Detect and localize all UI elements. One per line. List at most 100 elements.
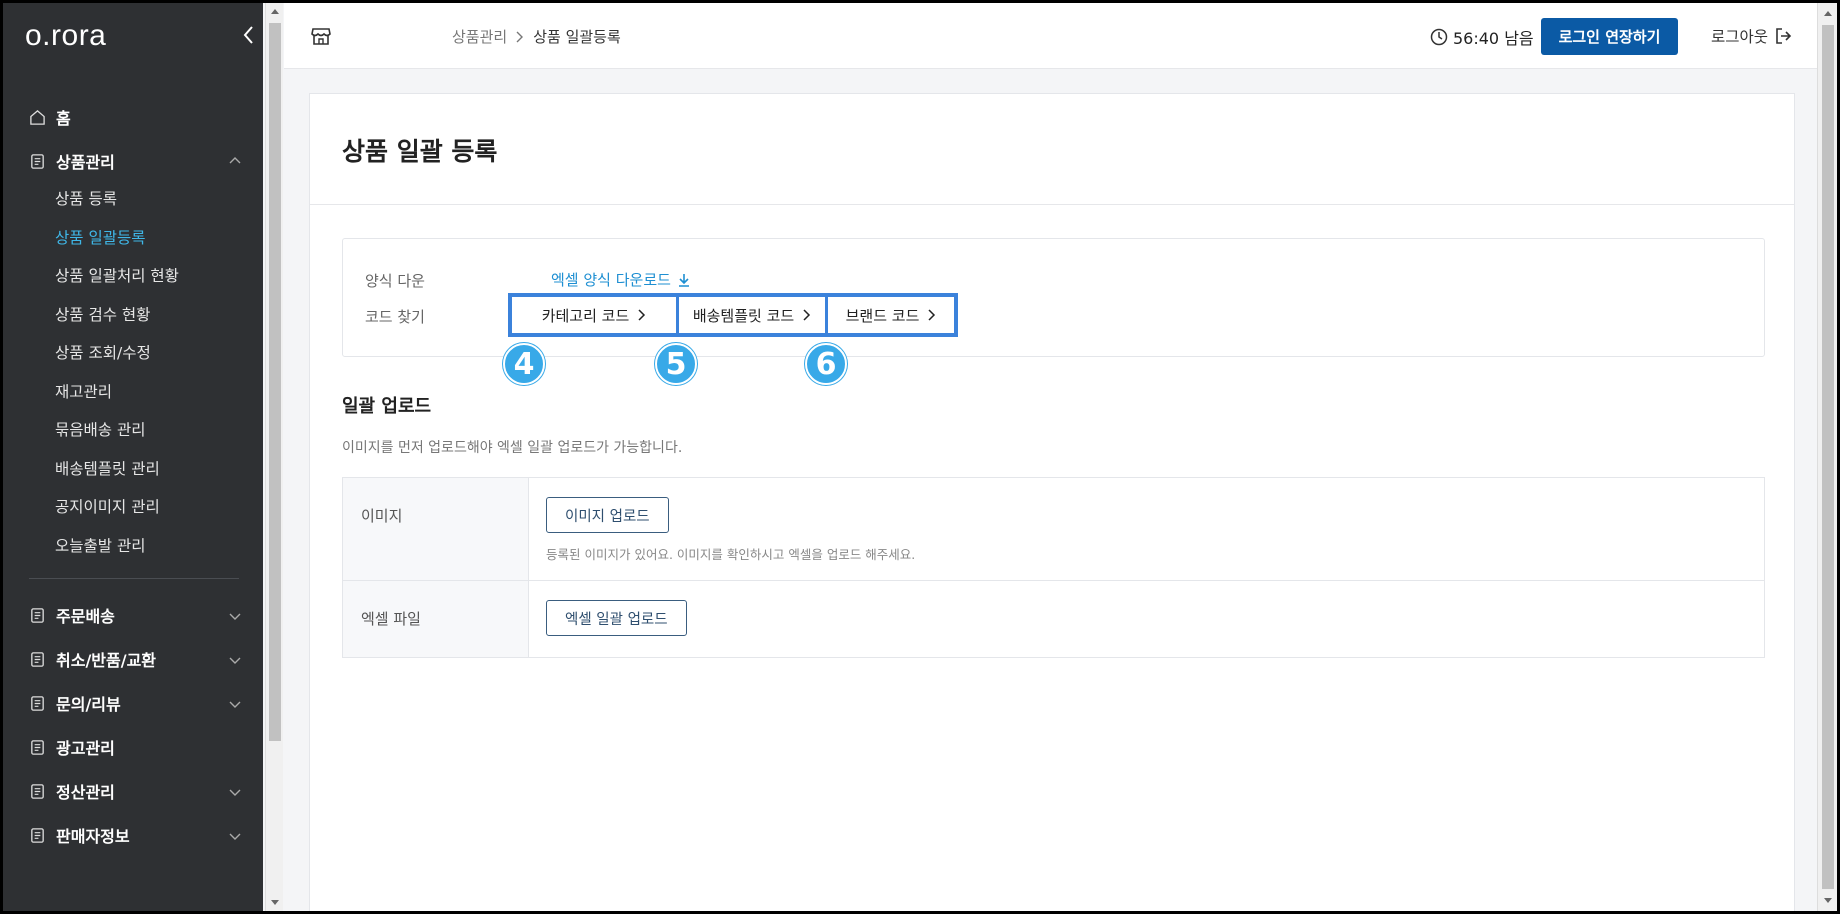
document-icon — [31, 153, 44, 169]
page-title: 상품 일괄 등록 — [342, 137, 498, 166]
chevron-down-icon — [229, 613, 241, 620]
category-code-button[interactable]: 카테고리 코드 — [512, 297, 676, 333]
excel-bulk-upload-button[interactable]: 엑셀 일괄 업로드 — [546, 600, 687, 636]
image-upload-row: 이미지 이미지 업로드 등록된 이미지가 있어요. 이미지를 확인하시고 엑셀을… — [343, 478, 1764, 581]
sidebar-item-label: 취소/반품/교환 — [56, 651, 157, 670]
upload-section-title: 일괄 업로드 — [342, 396, 432, 417]
sidebar-subitem[interactable]: 묶음배송 관리 — [3, 410, 263, 449]
sidebar-section-item[interactable]: 정산관리 — [3, 769, 263, 813]
image-upload-button[interactable]: 이미지 업로드 — [546, 497, 669, 533]
upload-section-description: 이미지를 먼저 업로드해야 엑셀 일괄 업로드가 가능합니다. — [342, 440, 683, 456]
code-button-group: 카테고리 코드 배송템플릿 코드 브랜드 코드 — [508, 293, 958, 337]
template-code-box: 양식 다운 엑셀 양식 다운로드 코드 찾기 카테고리 코드 배송템플릿 코드 … — [342, 238, 1765, 385]
scroll-up-icon[interactable] — [1823, 9, 1833, 19]
sidebar-subitem[interactable]: 상품 조회/수정 — [3, 333, 263, 372]
sidebar-item-label: 판매자정보 — [56, 827, 130, 846]
sidebar-section-item[interactable]: 문의/리뷰 — [3, 681, 263, 725]
excel-template-download-link[interactable]: 엑셀 양식 다운로드 — [551, 269, 691, 290]
sidebar-sections: 주문배송취소/반품/교환문의/리뷰광고관리정산관리판매자정보 — [3, 593, 263, 857]
sidebar-section-item[interactable]: 취소/반품/교환 — [3, 637, 263, 681]
sidebar-subitem[interactable]: 공지이미지 관리 — [3, 487, 263, 526]
download-icon — [678, 273, 689, 287]
scroll-down-icon[interactable] — [1823, 895, 1833, 905]
document-icon — [31, 651, 44, 667]
sidebar-divider — [29, 578, 239, 579]
sidebar-scrollbar[interactable] — [265, 3, 283, 911]
upload-table: 이미지 이미지 업로드 등록된 이미지가 있어요. 이미지를 확인하시고 엑셀을… — [342, 477, 1765, 658]
logout-label: 로그아웃 — [1711, 28, 1769, 46]
document-icon — [31, 695, 44, 711]
step-badge-4: 4 — [503, 343, 545, 385]
download-link-label: 엑셀 양식 다운로드 — [551, 271, 671, 289]
home-icon — [30, 109, 45, 125]
sidebar: o.rora 홈 상품관리 상품 등록 상품 일괄등록 상품 일괄처리 현황 상품 검… — [3, 3, 263, 911]
clock-icon — [1430, 28, 1448, 46]
button-label: 배송템플릿 코드 — [692, 306, 795, 325]
sidebar-subitem[interactable]: 상품 일괄등록 — [3, 218, 263, 257]
sidebar-subitem[interactable]: 상품 검수 현황 — [3, 295, 263, 334]
breadcrumb-current: 상품 일괄등록 — [533, 28, 621, 46]
breadcrumb: 상품관리 상품 일괄등록 — [452, 26, 621, 47]
main-scrollbar[interactable] — [1817, 3, 1837, 911]
timer-text: 56:40 남음 — [1453, 29, 1534, 48]
chevron-down-icon — [229, 657, 241, 664]
sidebar-item-label: 정산관리 — [56, 783, 115, 802]
sidebar-subitem[interactable]: 상품 등록 — [3, 179, 263, 218]
logout-icon — [1776, 28, 1792, 44]
document-icon — [31, 827, 44, 843]
sidebar-section-item[interactable]: 판매자정보 — [3, 813, 263, 857]
logo: o.rora — [25, 19, 107, 52]
sidebar-item-label: 상품관리 — [56, 153, 115, 172]
store-icon[interactable] — [310, 25, 332, 47]
extend-login-button[interactable]: 로그인 연장하기 — [1541, 18, 1678, 55]
excel-row-label: 엑셀 파일 — [343, 581, 529, 657]
image-row-label: 이미지 — [343, 478, 529, 580]
sidebar-item-product-mgmt[interactable]: 상품관리 — [3, 143, 263, 179]
sidebar-submenu: 상품 등록 상품 일괄등록 상품 일괄처리 현황 상품 검수 현황 상품 조회/수정 재고… — [3, 179, 263, 564]
sidebar-subitem[interactable]: 재고관리 — [3, 372, 263, 411]
shipping-template-code-button[interactable]: 배송템플릿 코드 — [676, 297, 825, 333]
session-timer: 56:40 남음 — [1430, 25, 1534, 49]
scrollbar-thumb[interactable] — [269, 23, 281, 741]
document-icon — [31, 783, 44, 799]
collapse-sidebar-icon[interactable] — [239, 23, 259, 47]
scrollbar-thumb[interactable] — [1822, 25, 1834, 889]
scroll-down-icon[interactable] — [270, 897, 280, 907]
brand-code-button[interactable]: 브랜드 코드 — [825, 297, 954, 333]
sidebar-item-label: 문의/리뷰 — [56, 695, 121, 714]
sidebar-item-home[interactable]: 홈 — [3, 99, 263, 135]
chevron-down-icon — [229, 833, 241, 840]
chevron-right-icon — [928, 309, 936, 321]
sidebar-item-label: 홈 — [56, 109, 71, 128]
sidebar-section-item[interactable]: 주문배송 — [3, 593, 263, 637]
chevron-right-icon — [638, 309, 646, 321]
code-search-label: 코드 찾기 — [365, 308, 425, 326]
sidebar-subitem[interactable]: 오늘출발 관리 — [3, 526, 263, 565]
sidebar-subitem[interactable]: 배송템플릿 관리 — [3, 449, 263, 488]
logout-button[interactable]: 로그아웃 — [1711, 25, 1792, 47]
content-card: 상품 일괄 등록 양식 다운 엑셀 양식 다운로드 코드 찾기 카테고리 코드 … — [309, 93, 1795, 911]
sidebar-item-label: 광고관리 — [56, 739, 115, 758]
app-window: o.rora 홈 상품관리 상품 등록 상품 일괄등록 상품 일괄처리 현황 상품 검… — [3, 3, 1837, 911]
document-icon — [31, 739, 44, 755]
template-label: 양식 다운 — [365, 272, 425, 290]
top-header: 상품관리 상품 일괄등록 56:40 남음 로그인 연장하기 로그아웃 — [284, 3, 1817, 69]
step-badge-6: 6 — [805, 343, 847, 385]
excel-row-body: 엑셀 일괄 업로드 — [529, 581, 1764, 657]
sidebar-subitem[interactable]: 상품 일괄처리 현황 — [3, 256, 263, 295]
sidebar-section-item[interactable]: 광고관리 — [3, 725, 263, 769]
scroll-up-icon[interactable] — [270, 7, 280, 17]
chevron-up-icon — [229, 157, 241, 164]
step-badge-5: 5 — [655, 343, 697, 385]
button-label: 카테고리 코드 — [541, 306, 630, 325]
title-divider — [310, 204, 1794, 205]
image-upload-note: 등록된 이미지가 있어요. 이미지를 확인하시고 엑셀을 업로드 해주세요. — [546, 547, 916, 562]
sidebar-menu: 홈 상품관리 상품 등록 상품 일괄등록 상품 일괄처리 현황 상품 검수 현황 상품 … — [3, 99, 263, 857]
button-label: 브랜드 코드 — [845, 306, 920, 325]
image-row-body: 이미지 업로드 등록된 이미지가 있어요. 이미지를 확인하시고 엑셀을 업로드… — [529, 478, 1764, 580]
chevron-right-icon — [803, 309, 811, 321]
document-icon — [31, 607, 44, 623]
breadcrumb-parent[interactable]: 상품관리 — [452, 26, 507, 47]
sidebar-item-label: 주문배송 — [56, 607, 115, 626]
chevron-down-icon — [229, 789, 241, 796]
